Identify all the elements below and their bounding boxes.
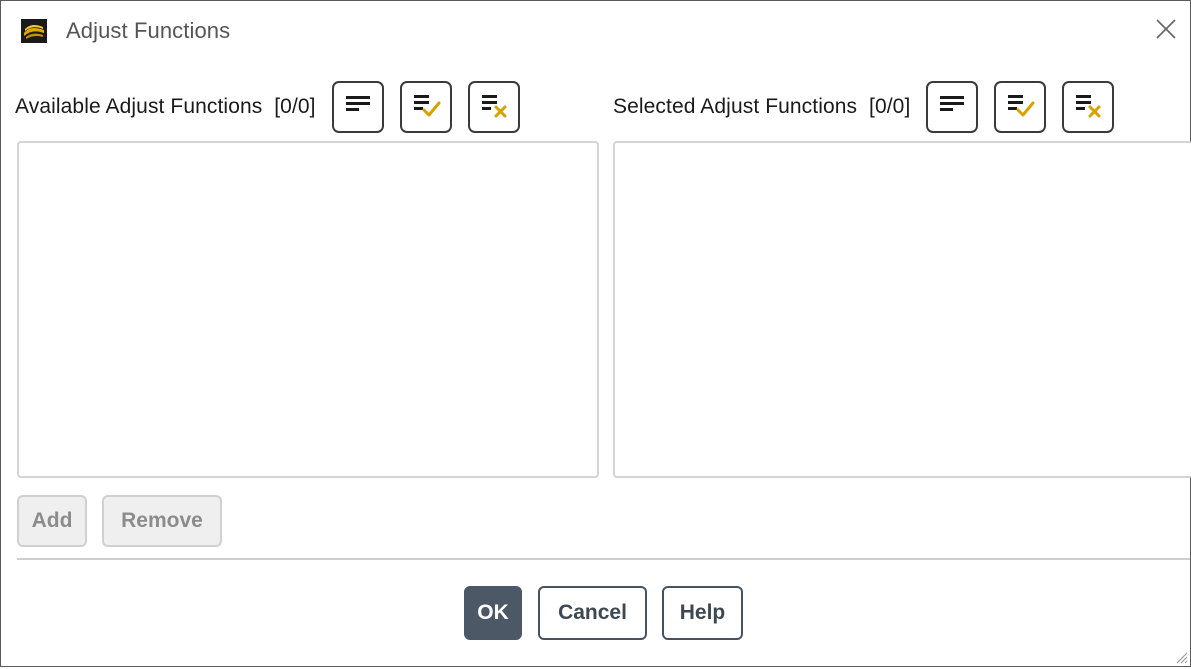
select-all-icon [411, 90, 441, 125]
close-icon [1155, 18, 1177, 45]
adjust-functions-dialog: Adjust Functions Available Adjust Functi… [0, 0, 1191, 667]
available-deselect-all-button[interactable] [467, 81, 520, 133]
add-button[interactable]: Add [17, 495, 87, 547]
selected-label: Selected Adjust Functions [0/0] [613, 95, 910, 119]
title-bar: Adjust Functions [1, 1, 1190, 61]
remove-button[interactable]: Remove [102, 495, 222, 547]
ansys-fluent-icon [21, 19, 47, 43]
selected-count: [0/0] [869, 95, 911, 118]
select-all-icon [1005, 90, 1035, 125]
list-view-icon [343, 90, 373, 125]
available-header: Available Adjust Functions [0/0] [15, 79, 536, 135]
ok-button[interactable]: OK [464, 586, 522, 640]
list-view-icon [937, 90, 967, 125]
close-button[interactable] [1148, 13, 1184, 49]
available-label-text: Available Adjust Functions [15, 95, 263, 118]
available-select-all-button[interactable] [399, 81, 452, 133]
window-title: Adjust Functions [66, 18, 231, 43]
selected-label-text: Selected Adjust Functions [613, 95, 858, 118]
selected-select-all-button[interactable] [994, 81, 1047, 133]
deselect-all-icon [479, 90, 509, 125]
resize-grip-icon[interactable] [1174, 650, 1188, 664]
available-label: Available Adjust Functions [0/0] [15, 95, 316, 119]
help-button[interactable]: Help [662, 586, 743, 640]
available-count: [0/0] [274, 95, 316, 118]
deselect-all-icon [1073, 90, 1103, 125]
available-functions-list[interactable] [17, 141, 599, 478]
available-list-view-button[interactable] [331, 81, 384, 133]
cancel-button[interactable]: Cancel [538, 586, 647, 640]
selected-list-view-button[interactable] [926, 81, 979, 133]
selected-deselect-all-button[interactable] [1062, 81, 1115, 133]
selected-header: Selected Adjust Functions [0/0] [613, 79, 1115, 135]
footer-divider [17, 558, 1190, 560]
selected-functions-list[interactable] [613, 141, 1191, 478]
